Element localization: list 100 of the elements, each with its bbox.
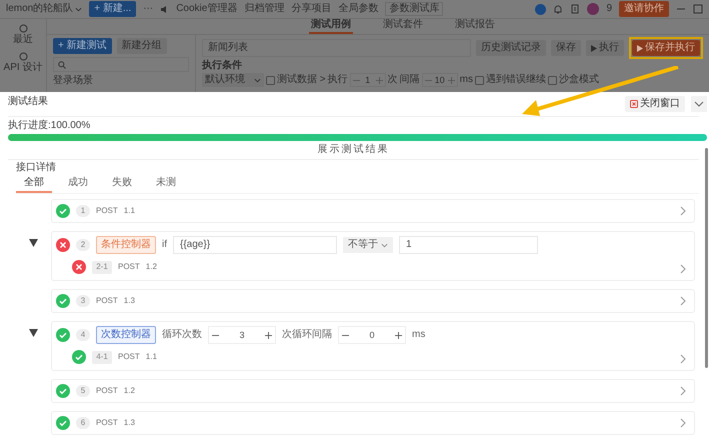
- chevron-right-icon[interactable]: [680, 206, 686, 216]
- action-button[interactable]: 历史测试记录: [476, 40, 546, 56]
- step-number: 2-1: [92, 260, 112, 274]
- unit-label: ms: [412, 329, 426, 341]
- plus-icon[interactable]: [394, 332, 402, 338]
- step-number: 6: [76, 417, 90, 429]
- step-card[interactable]: 3 POST 1.3: [51, 289, 695, 313]
- step-card[interactable]: 2 条件控制器 if {{age}} 不等于 1 2-1 POST 1.2: [51, 231, 695, 281]
- checkbox[interactable]: [266, 76, 275, 84]
- tree-item[interactable]: 登录场景: [53, 75, 189, 87]
- variable-field[interactable]: {{age}}: [173, 236, 337, 254]
- stepper-field[interactable]: 0: [338, 326, 406, 344]
- tab[interactable]: 测试用例: [309, 19, 353, 34]
- bell-icon[interactable]: [553, 4, 564, 14]
- checkbox-label[interactable]: 沙盒模式: [558, 74, 599, 86]
- chevron-right-icon[interactable]: [680, 296, 686, 306]
- app-icon[interactable]: [535, 4, 546, 14]
- stepper-field[interactable]: 3: [208, 326, 276, 344]
- checkbox[interactable]: [548, 76, 557, 84]
- request-name: 1.1: [124, 205, 135, 217]
- checkbox[interactable]: [474, 76, 484, 84]
- sidebar-item[interactable]: API 设计: [4, 62, 42, 74]
- step-card[interactable]: 4 次数控制器 循环次数 3 次循环间隔 0 ms 4-1 POST 1.1: [51, 321, 695, 371]
- close-window-button[interactable]: 关闭窗口: [625, 96, 685, 112]
- action-button[interactable]: 执行: [586, 40, 624, 56]
- team-selector[interactable]: lemon的轮船队: [6, 3, 82, 15]
- scrollbar[interactable]: [705, 148, 708, 368]
- sidebar-icon[interactable]: [18, 52, 28, 61]
- tab[interactable]: 测试套件: [381, 19, 425, 34]
- filter-tab[interactable]: 未测: [148, 176, 184, 193]
- toolbar-link[interactable]: Cookie管理器: [176, 3, 238, 15]
- more-button[interactable]: ···: [143, 3, 154, 15]
- chevron-right-icon[interactable]: [680, 386, 686, 396]
- case-name-field[interactable]: 新闻列表: [202, 39, 471, 57]
- step-card[interactable]: 5 POST 1.2: [51, 379, 695, 403]
- chevron-down-icon: [694, 101, 704, 107]
- environment-select[interactable]: 默认环境: [202, 73, 264, 87]
- chevron-right-icon[interactable]: [680, 264, 686, 274]
- request-name: 1.2: [124, 385, 135, 397]
- operator-select[interactable]: 不等于: [343, 237, 393, 253]
- toolbar-link[interactable]: 分享项目: [291, 3, 332, 15]
- http-method: POST: [96, 385, 118, 397]
- filter-tab[interactable]: 全部: [16, 176, 52, 193]
- new-test-button[interactable]: + 新建测试: [53, 38, 112, 54]
- show-results-label[interactable]: 展示测试结果: [318, 144, 390, 159]
- toolbar-link[interactable]: 全局参数: [338, 3, 378, 15]
- checkbox-label[interactable]: 遇到错误继续: [486, 74, 546, 86]
- toolbar-link[interactable]: 归档管理: [244, 3, 284, 15]
- invite-button[interactable]: 邀请协作: [619, 1, 669, 17]
- step-number: 2: [76, 239, 90, 251]
- caret-down-icon: [254, 78, 261, 82]
- member-count: 9: [606, 3, 612, 15]
- caret-down-icon[interactable]: [29, 329, 38, 337]
- step-number: 1: [76, 205, 90, 217]
- play-icon: [637, 44, 643, 52]
- step-number: 5: [76, 385, 90, 397]
- chevron-right-icon[interactable]: [680, 418, 686, 428]
- toolbar-link[interactable]: 参数测试库: [385, 2, 444, 16]
- filter-tab[interactable]: 成功: [60, 176, 96, 193]
- play-icon: [591, 44, 597, 52]
- field-label: 循环次数: [162, 329, 202, 341]
- step-card[interactable]: 6 POST 1.3: [51, 411, 695, 435]
- http-method: POST: [118, 351, 140, 363]
- field-label: 次循环间隔: [282, 329, 332, 341]
- step-number: 3: [76, 295, 90, 307]
- request-name: 1.3: [124, 417, 135, 429]
- condition-controller-tag: 条件控制器: [96, 236, 156, 254]
- request-name: 1.1: [146, 351, 157, 363]
- http-method: POST: [96, 417, 118, 429]
- checkbox-label[interactable]: 测试数据 >: [277, 74, 326, 86]
- loop-controller-tag: 次数控制器: [96, 326, 156, 344]
- search-field[interactable]: [53, 57, 189, 72]
- field-label: 间隔: [400, 74, 420, 86]
- chevron-right-icon[interactable]: [680, 354, 686, 364]
- caret-down-icon: [75, 6, 82, 12]
- sidebar-icon[interactable]: [18, 24, 28, 33]
- step-card[interactable]: 1 POST 1.1: [51, 199, 695, 223]
- maximize-icon[interactable]: [693, 4, 703, 14]
- filter-tab[interactable]: 失败: [104, 176, 140, 193]
- document-icon[interactable]: [570, 4, 580, 14]
- caret-down-icon[interactable]: [29, 239, 38, 247]
- field-label: 执行: [328, 74, 348, 86]
- avatar[interactable]: [587, 3, 600, 15]
- caret-down-icon: [381, 242, 388, 248]
- sidebar-item[interactable]: 最近: [13, 34, 33, 46]
- new-button[interactable]: + 新建...: [89, 1, 136, 17]
- plus-icon[interactable]: [264, 332, 272, 338]
- http-method: POST: [96, 295, 118, 307]
- new-group-button[interactable]: 新建分组: [116, 38, 167, 54]
- action-button[interactable]: 保存: [551, 40, 581, 56]
- step-number: 4-1: [92, 350, 112, 364]
- http-method: POST: [118, 261, 140, 273]
- close-icon: [630, 100, 638, 108]
- http-method: POST: [96, 205, 118, 217]
- value-field[interactable]: 1: [399, 236, 538, 254]
- tab[interactable]: 测试报告: [453, 19, 497, 34]
- step-number: 4: [76, 329, 90, 341]
- action-button[interactable]: 保存并执行: [632, 40, 700, 56]
- keyword-label: if: [162, 239, 167, 251]
- collapse-button[interactable]: [691, 96, 707, 112]
